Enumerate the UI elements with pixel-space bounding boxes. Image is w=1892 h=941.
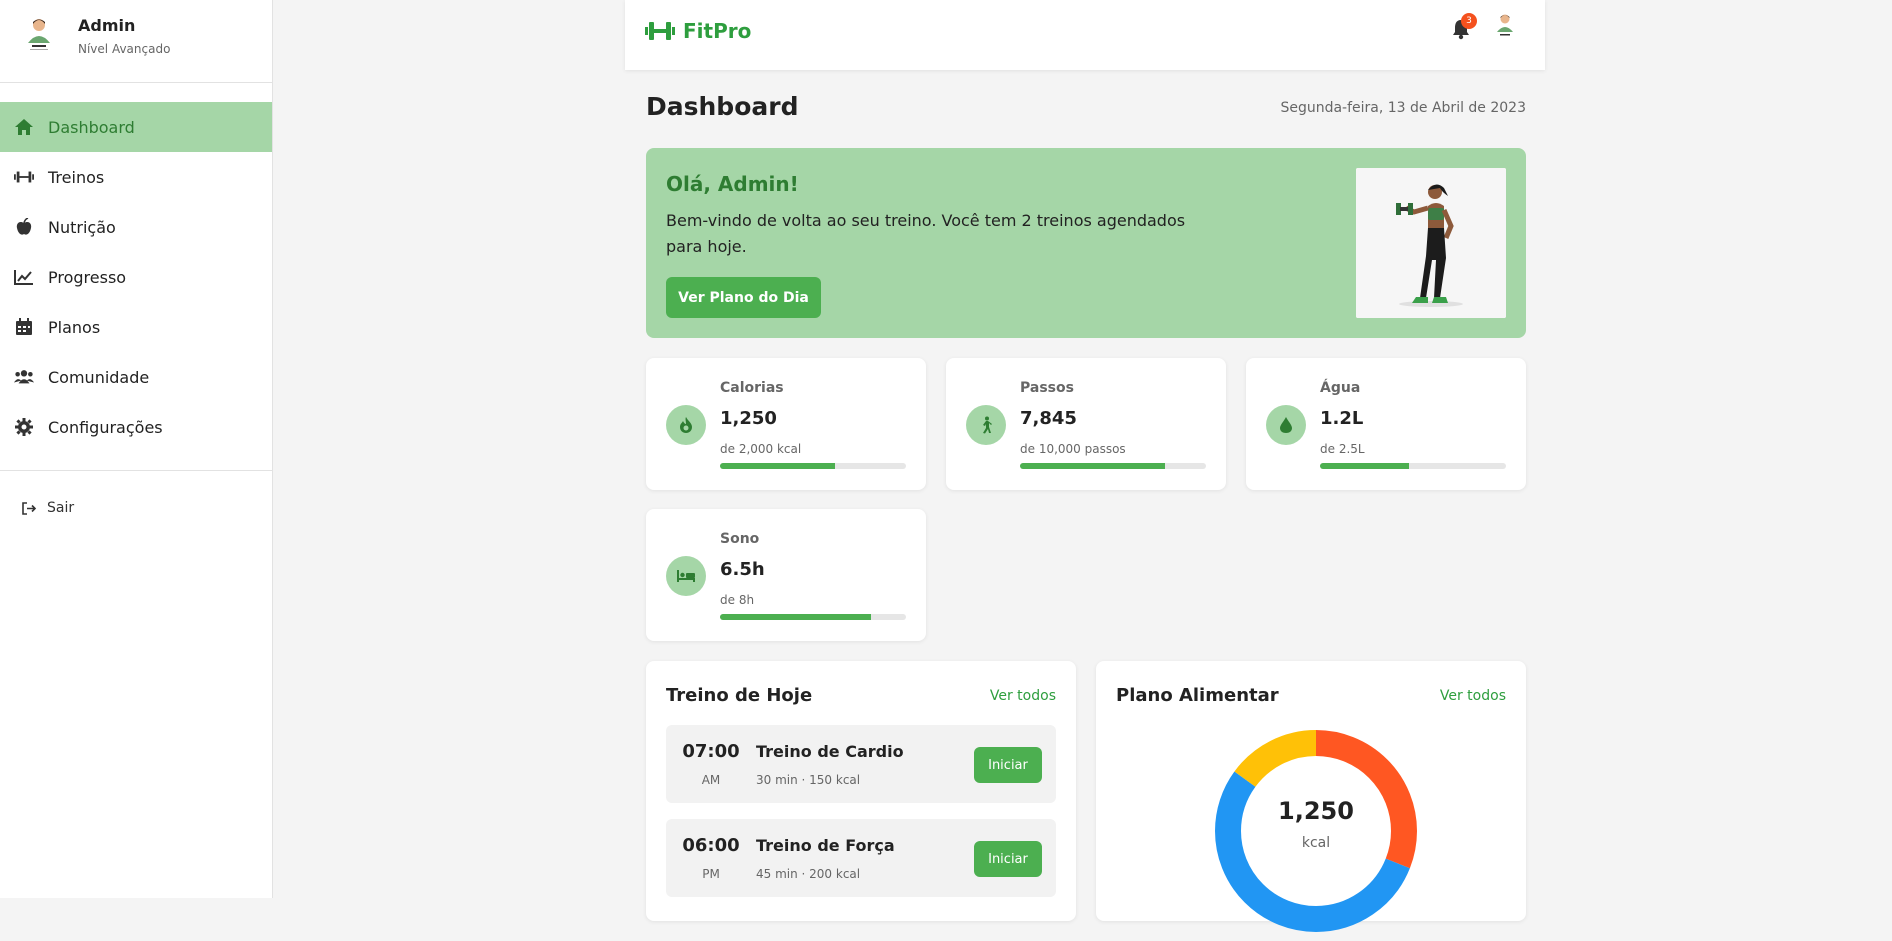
dumbbell-icon: [14, 167, 34, 187]
panel-title: Plano Alimentar: [1116, 685, 1279, 706]
sidebar-divider: [0, 470, 272, 471]
donut-total-value: 1,250: [1278, 797, 1354, 825]
stat-value: 1.2L: [1320, 408, 1364, 429]
stat-value: 7,845: [1020, 408, 1077, 429]
sidebar-item-label: Comunidade: [48, 367, 150, 387]
stat-progress-bar: [720, 463, 906, 469]
stat-progress-bar: [720, 614, 906, 620]
brand-logo[interactable]: FitPro: [645, 19, 751, 43]
water-drop-icon: [1266, 405, 1306, 445]
brand-name: FitPro: [683, 19, 752, 43]
sidebar-item-planos[interactable]: Planos: [0, 302, 272, 352]
welcome-text: Bem-vindo de volta ao seu treino. Você t…: [666, 211, 1186, 256]
chart-line-icon: [14, 267, 34, 287]
home-icon: [14, 117, 34, 137]
workout-name: Treino de Força: [756, 836, 895, 855]
sidebar-item-progresso[interactable]: Progresso: [0, 252, 272, 302]
stat-progress-bar: [1020, 463, 1206, 469]
bed-icon: [666, 556, 706, 596]
stat-progress-fill: [1020, 463, 1166, 469]
stat-label: Passos: [1020, 380, 1074, 396]
dumbbell-icon: [645, 20, 675, 42]
avatar[interactable]: [22, 15, 56, 55]
sidebar-nav: Dashboard Treinos Nutrição Progresso Pla…: [0, 102, 272, 452]
welcome-banner: Olá, Admin! Bem-vindo de volta ao seu tr…: [646, 148, 1526, 338]
fitness-woman-illustration: [1356, 168, 1506, 318]
start-workout-button[interactable]: Iniciar: [974, 841, 1042, 877]
workout-meta: 45 min · 200 kcal: [756, 867, 861, 881]
user-name: Admin: [78, 16, 136, 35]
notification-badge: 3: [1461, 13, 1477, 29]
workout-item: 07:00 AM Treino de Cardio 30 min · 150 k…: [666, 725, 1056, 803]
stat-value: 1,250: [720, 408, 777, 429]
stat-card-water: Água 1.2L de 2.5L: [1246, 358, 1526, 490]
sidebar-item-comunidade[interactable]: Comunidade: [0, 352, 272, 402]
sidebar-item-label: Dashboard: [48, 117, 135, 137]
stat-label: Sono: [720, 531, 760, 547]
stat-progress-bar: [1320, 463, 1506, 469]
sidebar-item-label: Progresso: [48, 267, 127, 287]
panel-title: Treino de Hoje: [666, 685, 813, 706]
view-all-meals-link[interactable]: Ver todos: [1440, 688, 1506, 704]
workout-time: 07:00: [682, 741, 740, 762]
apple-icon: [14, 217, 34, 237]
stat-card-steps: Passos 7,845 de 10,000 passos: [946, 358, 1226, 490]
view-daily-plan-button[interactable]: Ver Plano do Dia: [666, 277, 821, 318]
view-all-workouts-link[interactable]: Ver todos: [990, 688, 1056, 704]
sidebar-item-nutricao[interactable]: Nutrição: [0, 202, 272, 252]
sidebar: Admin Nível Avançado Dashboard Treinos N…: [0, 0, 273, 898]
stat-goal: de 2,000 kcal: [720, 442, 802, 456]
walking-icon: [966, 405, 1006, 445]
sidebar-item-label: Treinos: [48, 167, 105, 187]
stat-card-calories: Calorias 1,250 de 2,000 kcal: [646, 358, 926, 490]
workout-ampm: PM: [702, 867, 720, 881]
stat-label: Água: [1320, 380, 1361, 396]
donut-unit: kcal: [1301, 835, 1331, 851]
sidebar-item-dashboard[interactable]: Dashboard: [0, 102, 272, 152]
sidebar-item-treinos[interactable]: Treinos: [0, 152, 272, 202]
stat-progress-fill: [720, 463, 836, 469]
stat-goal: de 10,000 passos: [1020, 442, 1126, 456]
stat-value: 6.5h: [720, 559, 765, 580]
workout-time: 06:00: [682, 835, 740, 856]
today-workout-panel: Treino de Hoje Ver todos 07:00 AM Treino…: [646, 661, 1076, 921]
workout-name: Treino de Cardio: [756, 742, 904, 761]
topbar: FitPro 3: [625, 0, 1545, 70]
page-title: Dashboard: [646, 92, 799, 121]
logout-icon: [22, 501, 37, 515]
user-avatar[interactable]: [1493, 12, 1517, 40]
calories-donut-chart: [1215, 730, 1417, 932]
gear-icon: [14, 417, 34, 437]
stat-card-sleep: Sono 6.5h de 8h: [646, 509, 926, 641]
user-level: Nível Avançado: [78, 42, 171, 56]
current-date: Segunda-feira, 13 de Abril de 2023: [1280, 100, 1526, 116]
calendar-icon: [14, 317, 34, 337]
start-workout-button[interactable]: Iniciar: [974, 747, 1042, 783]
workout-item: 06:00 PM Treino de Força 45 min · 200 kc…: [666, 819, 1056, 897]
users-icon: [14, 367, 34, 387]
fire-icon: [666, 405, 706, 445]
welcome-title: Olá, Admin!: [666, 172, 799, 196]
sidebar-item-label: Nutrição: [48, 217, 116, 237]
workout-meta: 30 min · 150 kcal: [756, 773, 861, 787]
stat-progress-fill: [720, 614, 871, 620]
logout-label: Sair: [47, 500, 75, 516]
sidebar-item-configuracoes[interactable]: Configurações: [0, 402, 272, 452]
notifications-button[interactable]: 3: [1451, 13, 1477, 42]
logout-button[interactable]: Sair: [22, 500, 74, 516]
meal-plan-panel: Plano Alimentar Ver todos 1,250 kcal: [1096, 661, 1526, 932]
stat-goal: de 2.5L: [1320, 442, 1365, 456]
stat-label: Calorias: [720, 380, 784, 396]
stat-goal: de 8h: [720, 593, 755, 607]
user-profile: Admin Nível Avançado: [0, 0, 272, 83]
sidebar-item-label: Configurações: [48, 417, 163, 437]
stat-progress-fill: [1320, 463, 1410, 469]
sidebar-item-label: Planos: [48, 317, 101, 337]
workout-ampm: AM: [701, 773, 721, 787]
